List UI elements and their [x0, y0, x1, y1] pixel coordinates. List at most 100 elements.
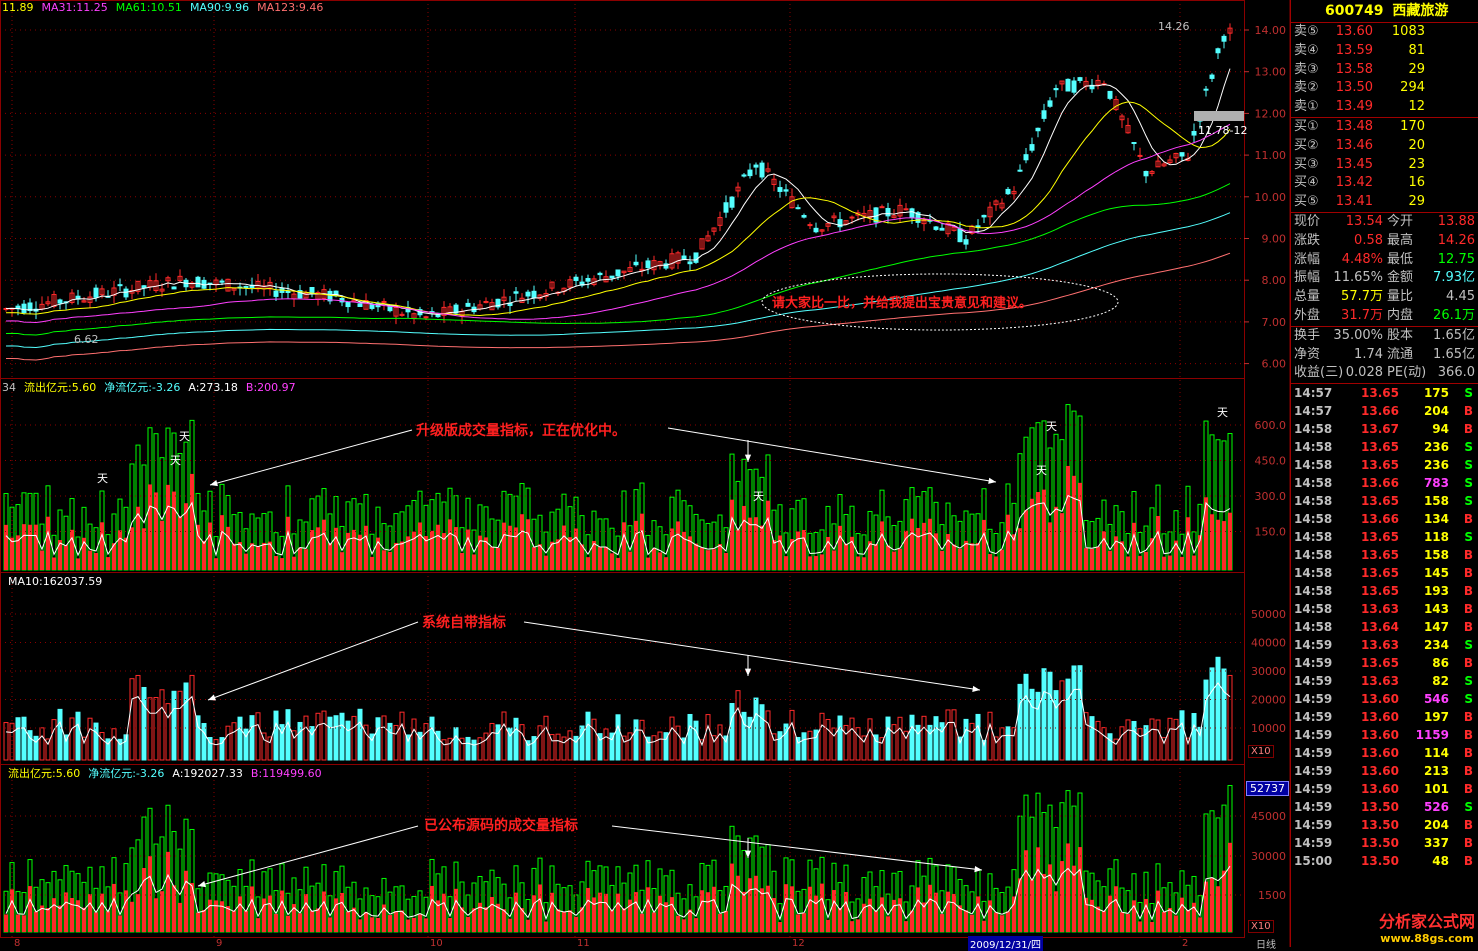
tick-time: 14:59: [1294, 764, 1333, 779]
candle-body: [1209, 74, 1215, 79]
ask-row[interactable]: 卖② 13.50 294: [1291, 79, 1478, 98]
tick-row[interactable]: 14:59 13.63 82 S: [1291, 672, 1478, 690]
tick-row[interactable]: 14:58 13.65 236 S: [1291, 456, 1478, 474]
month-label: 9: [216, 938, 222, 947]
tick-row[interactable]: 14:58 13.63 143 B: [1291, 600, 1478, 618]
vol1-bar-fill: [1060, 513, 1064, 570]
tick-row[interactable]: 14:59 13.60 114 B: [1291, 744, 1478, 762]
tick-row[interactable]: 14:58 13.67 94 B: [1291, 420, 1478, 438]
vol2-bar: [1179, 710, 1185, 761]
tick-row[interactable]: 14:59 13.50 337 B: [1291, 834, 1478, 852]
ask-row[interactable]: 卖④ 13.59 81: [1291, 42, 1478, 61]
tick-row[interactable]: 14:58 13.65 193 B: [1291, 582, 1478, 600]
vol1-bar-fill: [1216, 519, 1220, 570]
tick-side: B: [1463, 620, 1473, 635]
candle-body: [939, 227, 945, 231]
vol2-bar: [387, 722, 393, 761]
tick-row[interactable]: 14:57 13.65 175 S: [1291, 384, 1478, 402]
bid-row[interactable]: 买④ 13.42 16: [1291, 174, 1478, 193]
system-indicator-note: 系统自带指标: [422, 615, 506, 631]
vol3-bar-fill: [22, 915, 26, 932]
tick-row[interactable]: 14:58 13.65 158 B: [1291, 546, 1478, 564]
tick-row[interactable]: 14:58 13.65 236 S: [1291, 438, 1478, 456]
ask-row[interactable]: 卖③ 13.58 29: [1291, 61, 1478, 80]
tick-row[interactable]: 14:59 13.60 546 S: [1291, 690, 1478, 708]
candle-body: [609, 275, 615, 279]
tick-time: 14:57: [1294, 404, 1333, 419]
bid-row[interactable]: 买② 13.46 20: [1291, 137, 1478, 156]
vol1-bar-fill: [856, 556, 860, 570]
bid-price: 13.48: [1335, 118, 1373, 134]
vol3-bar-fill: [10, 889, 14, 932]
candle-body: [957, 228, 963, 243]
tick-row[interactable]: 14:59 13.65 86 B: [1291, 654, 1478, 672]
bid-row[interactable]: 买① 13.48 170: [1291, 118, 1478, 137]
tick-volume: 147: [1423, 620, 1449, 635]
vol3-bar-fill: [250, 886, 254, 932]
capital-value: 366.0: [1437, 365, 1475, 381]
volume-system-header: MA10:162037.59: [8, 575, 110, 588]
tick-row[interactable]: 14:59 13.50 204 B: [1291, 816, 1478, 834]
tick-row[interactable]: 14:58 13.65 118 S: [1291, 528, 1478, 546]
tick-price: 13.66: [1361, 404, 1399, 419]
tick-row[interactable]: 14:59 13.60 1159 B: [1291, 726, 1478, 744]
tick-row[interactable]: 14:58 13.65 158 S: [1291, 492, 1478, 510]
bid-row[interactable]: 买③ 13.45 23: [1291, 156, 1478, 175]
vol1-bar-fill: [1090, 548, 1094, 570]
candle-body: [615, 269, 621, 277]
vol3-bar-fill: [232, 910, 236, 932]
tick-row[interactable]: 14:57 13.66 204 B: [1291, 402, 1478, 420]
vol2-bar: [141, 686, 147, 761]
tick-price: 13.66: [1361, 512, 1399, 527]
vol3-bar-fill: [1168, 907, 1172, 932]
vol2-bar: [1017, 683, 1023, 761]
vol3-bar-fill: [166, 851, 170, 932]
bid-row[interactable]: 买⑤ 13.41 29: [1291, 193, 1478, 212]
tick-row[interactable]: 14:58 13.66 134 B: [1291, 510, 1478, 528]
bid-label: 买①: [1294, 118, 1319, 134]
tick-row[interactable]: 14:59 13.60 213 B: [1291, 762, 1478, 780]
ask-row[interactable]: 卖⑤ 13.60 1083: [1291, 23, 1478, 42]
capital-value: 35.00%: [1333, 327, 1383, 343]
chart-area[interactable]: 8 9 10 11 12 2 14.00 13.00 12.00 11.00 10.00 9.00 8.…: [0, 0, 1290, 951]
vol3-bar-fill: [262, 898, 266, 932]
ask-row[interactable]: 卖① 13.49 12: [1291, 98, 1478, 117]
tick-row[interactable]: 14:58 13.64 147 B: [1291, 618, 1478, 636]
vol2-bar: [1143, 725, 1149, 761]
capital-label: PE(动): [1387, 365, 1427, 381]
tick-time: 14:58: [1294, 566, 1333, 581]
tian-marker: 天: [170, 454, 181, 467]
vol3-bar-fill: [28, 886, 32, 932]
vol2-bar: [807, 730, 813, 761]
period-label[interactable]: 日线: [1256, 936, 1276, 951]
vol3-bar-fill: [16, 914, 20, 932]
tick-row[interactable]: 14:58 13.66 783 S: [1291, 474, 1478, 492]
stat-value: 31.7万: [1341, 307, 1383, 323]
chart-canvas[interactable]: 8 9 10 11 12 2 14.00 13.00 12.00 11.00 10.00 9.00 8.…: [0, 0, 1290, 947]
tick-row[interactable]: 14:59 13.60 101 B: [1291, 780, 1478, 798]
vol1-bar-fill: [556, 539, 560, 570]
tick-row[interactable]: 14:58 13.65 145 B: [1291, 564, 1478, 582]
vol3-bar-fill: [784, 884, 788, 932]
vol3-bar-fill: [976, 896, 980, 932]
stat-value: 4.45: [1446, 289, 1475, 305]
candle-body: [1023, 154, 1029, 161]
vol3-bar-fill: [598, 892, 602, 932]
vol2-bar: [669, 716, 675, 761]
ask-volume: 29: [1408, 61, 1425, 77]
vol1-bar-fill: [88, 550, 92, 570]
tian-marker: 天: [753, 490, 764, 503]
vol1-tick-label: 450.0: [1255, 455, 1287, 468]
tick-row[interactable]: 15:00 13.50 48 B: [1291, 852, 1478, 870]
vol1-bar-fill: [934, 533, 938, 570]
tick-row[interactable]: 14:59 13.60 197 B: [1291, 708, 1478, 726]
vol3-bar-fill: [1114, 886, 1118, 932]
vol3-bar-fill: [700, 890, 704, 932]
volume-box-value[interactable]: 52737: [1246, 781, 1289, 796]
tick-row[interactable]: 14:59 13.63 234 S: [1291, 636, 1478, 654]
callout-arrow: [667, 427, 997, 483]
tick-volume: 783: [1423, 476, 1449, 491]
tick-row[interactable]: 14:59 13.50 526 S: [1291, 798, 1478, 816]
tick-volume: 546: [1423, 692, 1449, 707]
tick-list[interactable]: 14:57 13.65 175 S 14:57 13.66 204 B 14:58 13.67 94…: [1291, 384, 1478, 870]
